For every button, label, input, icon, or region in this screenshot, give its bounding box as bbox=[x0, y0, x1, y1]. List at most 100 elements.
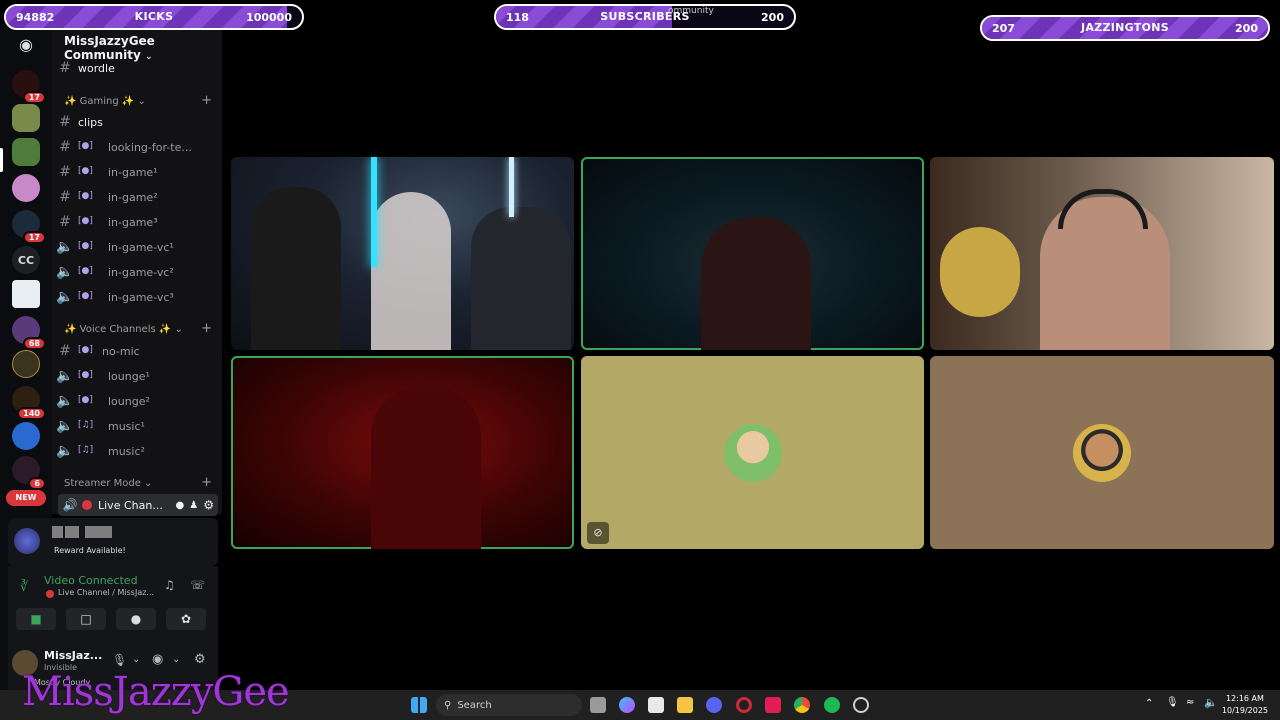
video-tile-red[interactable] bbox=[231, 356, 574, 549]
mic-icon[interactable]: 🎙 bbox=[112, 653, 127, 667]
tray-chevron-icon[interactable]: ⌃ bbox=[1145, 698, 1153, 709]
chrome-icon[interactable] bbox=[794, 697, 810, 713]
invite-icon[interactable]: ♟ bbox=[189, 500, 198, 511]
opera-icon[interactable] bbox=[736, 697, 752, 713]
chat-bubble-icon[interactable]: ● bbox=[176, 500, 185, 511]
gamepad-emoji-icon: [●] bbox=[78, 241, 93, 251]
server-icon-11[interactable]: 6 bbox=[12, 456, 46, 490]
add-channel-icon[interactable]: + bbox=[201, 93, 212, 108]
video-tile-streamer[interactable] bbox=[930, 157, 1274, 350]
magnifier-emoji-icon: [●] bbox=[78, 141, 93, 151]
clock[interactable]: 12:16 AM 10/19/2025 bbox=[1222, 693, 1268, 717]
hash-icon: # bbox=[59, 214, 71, 230]
category-voice-channels[interactable]: ✨ Voice Channels ✨ ⌄ bbox=[64, 324, 183, 335]
spotify-icon[interactable] bbox=[824, 697, 840, 713]
channel-in-game-3[interactable]: # [●] in-game³ bbox=[52, 211, 222, 233]
channel-in-game-2[interactable]: # [●] in-game² bbox=[52, 186, 222, 208]
speaker-icon: 🔈 bbox=[56, 443, 74, 459]
taskbar-search[interactable]: ⚲ Search bbox=[436, 694, 582, 716]
audio-tile-user-2[interactable] bbox=[930, 356, 1274, 549]
jazzingtons-goal-bar: 207 200 JAZZINGTONS bbox=[980, 15, 1270, 41]
channel-music-1[interactable]: 🔈 [♫] music¹ bbox=[52, 415, 222, 437]
discord-icon[interactable] bbox=[706, 697, 722, 713]
obs-icon[interactable] bbox=[853, 697, 869, 713]
chevron-down-icon[interactable]: ⌄ bbox=[132, 654, 140, 665]
channel-in-game-vc-3[interactable]: 🔈 [●] in-game-vc³ bbox=[52, 286, 222, 308]
channel-in-game-vc-1[interactable]: 🔈 [●] in-game-vc¹ bbox=[52, 236, 222, 258]
channel-label: Live Chan... bbox=[98, 498, 163, 512]
channel-label: lounge¹ bbox=[108, 369, 150, 383]
category-streamer-mode[interactable]: Streamer Mode ⌄ bbox=[64, 478, 152, 489]
windows-start-icon[interactable] bbox=[411, 697, 427, 713]
channel-no-mic[interactable]: # [●] no-mic bbox=[52, 340, 222, 362]
channel-lounge-1[interactable]: 🔈 [●] lounge¹ bbox=[52, 365, 222, 387]
server-icon-cc[interactable]: CC bbox=[12, 246, 40, 274]
gear-icon[interactable]: ⚙ bbox=[203, 498, 214, 512]
hash-icon: # bbox=[59, 164, 71, 180]
wifi-icon[interactable]: ≈ bbox=[1186, 697, 1194, 708]
volume-icon[interactable]: 🔈 bbox=[1204, 696, 1218, 709]
channel-live[interactable]: 🔊 Live Chan... ● ♟ ⚙ bbox=[58, 494, 218, 516]
person-silhouette bbox=[471, 207, 571, 350]
server-icon-10[interactable] bbox=[12, 422, 40, 450]
tiktok-icon[interactable] bbox=[765, 697, 781, 713]
server-icon-1[interactable]: 17 bbox=[12, 70, 46, 104]
mic-tray-icon[interactable]: 🎙 bbox=[1166, 697, 1179, 708]
video-tile-group[interactable] bbox=[231, 157, 574, 350]
camera-button[interactable]: ■ bbox=[16, 608, 56, 630]
store-icon[interactable] bbox=[648, 697, 664, 713]
voice-channel[interactable]: Live Channel / MissJaz... bbox=[58, 588, 154, 597]
disconnect-icon[interactable]: ☏ bbox=[190, 578, 205, 592]
soundboard-button[interactable]: ✿ bbox=[166, 608, 206, 630]
channel-lounge-2[interactable]: 🔈 [●] lounge² bbox=[52, 390, 222, 412]
channel-music-2[interactable]: 🔈 [♫] music² bbox=[52, 440, 222, 462]
server-icon-6[interactable] bbox=[12, 280, 40, 308]
gamepad-emoji-icon: [●] bbox=[78, 266, 93, 276]
category-label: Voice Channels bbox=[79, 324, 156, 335]
new-label[interactable]: NEW bbox=[6, 490, 46, 506]
reward-card[interactable]: Reward Available! bbox=[8, 518, 218, 566]
channel-in-game-vc-2[interactable]: 🔈 [●] in-game-vc² bbox=[52, 261, 222, 283]
noise-suppression-icon[interactable]: ♫ bbox=[164, 578, 175, 592]
clock-date: 10/19/2025 bbox=[1221, 706, 1268, 715]
channel-wordle[interactable]: # wordle bbox=[52, 57, 222, 79]
server-icon-5[interactable]: 17 bbox=[12, 210, 46, 244]
headphones-icon[interactable]: ◉ bbox=[152, 652, 163, 667]
music-emoji-icon: [♫] bbox=[78, 445, 94, 455]
chevron-down-icon[interactable]: ⌄ bbox=[172, 654, 180, 665]
server-icon-2[interactable] bbox=[12, 104, 40, 132]
headset bbox=[1058, 189, 1148, 229]
file-explorer-icon[interactable] bbox=[677, 697, 693, 713]
person-silhouette bbox=[701, 217, 811, 350]
screen-share-button[interactable]: □ bbox=[66, 608, 106, 630]
channel-label: wordle bbox=[78, 61, 115, 75]
copilot-icon[interactable] bbox=[619, 697, 635, 713]
server-icon-7[interactable]: 68 bbox=[12, 316, 46, 350]
server-icon-4[interactable] bbox=[12, 174, 40, 202]
add-channel-icon[interactable]: + bbox=[201, 321, 212, 336]
server-icon-9[interactable]: 140 bbox=[12, 386, 46, 420]
channel-clips[interactable]: # clips bbox=[52, 111, 222, 133]
task-view-icon[interactable] bbox=[590, 697, 606, 713]
video-tile-speaker[interactable] bbox=[581, 157, 924, 350]
audio-tile-user-1[interactable]: ⊘ bbox=[581, 356, 924, 549]
server-icon-8[interactable] bbox=[12, 350, 40, 378]
voice-status[interactable]: Video Connected bbox=[44, 574, 138, 587]
category-gaming[interactable]: ✨ Gaming ✨ ⌄ bbox=[64, 96, 146, 107]
channel-in-game-1[interactable]: # [●] in-game¹ bbox=[52, 161, 222, 183]
user-name[interactable]: MissJaz... bbox=[44, 649, 102, 662]
mic-emoji-icon: [●] bbox=[78, 345, 93, 355]
server-icon-3[interactable] bbox=[12, 138, 40, 166]
activities-button[interactable]: ● bbox=[116, 608, 156, 630]
channel-looking-for-team[interactable]: # [●] looking-for-te... bbox=[52, 136, 222, 158]
selected-server-pip bbox=[0, 148, 3, 172]
discord-home-icon[interactable]: ◉ bbox=[12, 30, 40, 58]
signal-icon[interactable]: ∛ bbox=[20, 580, 28, 595]
avatar bbox=[1073, 423, 1131, 482]
server-badge-5: 6 bbox=[28, 477, 46, 490]
subscribers-label: SUBSCRIBERS bbox=[600, 10, 690, 23]
add-channel-icon[interactable]: + bbox=[201, 475, 212, 490]
gear-icon[interactable]: ⚙ bbox=[194, 652, 206, 667]
kicks-goal-bar: 94882 100000 KICKS bbox=[4, 4, 304, 30]
person-silhouette bbox=[371, 386, 481, 549]
